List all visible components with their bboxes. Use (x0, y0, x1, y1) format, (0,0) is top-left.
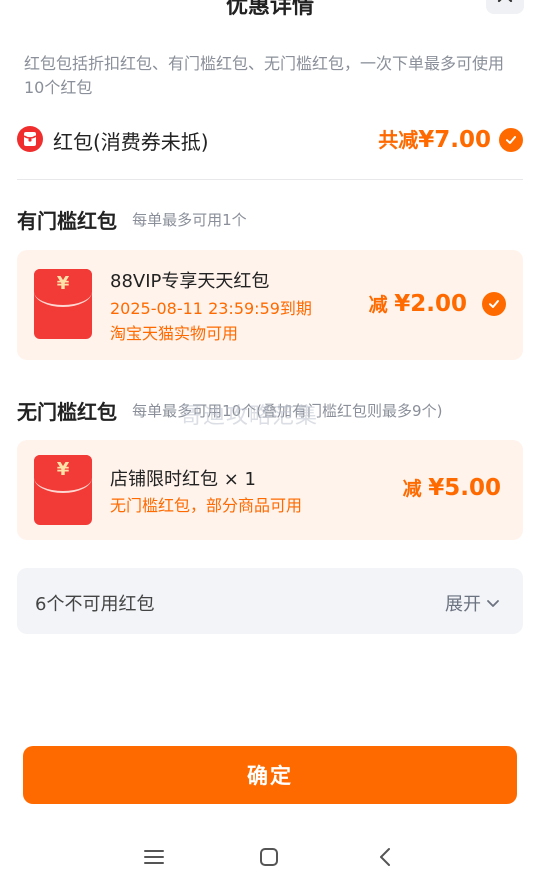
close-button[interactable] (486, 0, 524, 14)
no-threshold-coupon-card[interactable]: ¥ 店铺限时红包 × 1 无门槛红包，部分商品可用 减 ¥5.00 (17, 440, 523, 540)
threshold-coupon-card[interactable]: ¥ 88VIP专享天天红包 2025-08-11 23:59:59到期 淘宝天猫… (17, 250, 523, 360)
summary-label: 红包(消费券未抵) (53, 130, 209, 154)
confirm-button[interactable]: 确定 (23, 746, 517, 804)
coupon-title: 88VIP专享天天红包 (110, 271, 270, 292)
unusable-packets-row[interactable]: 6个不可用红包 展开 (17, 568, 523, 634)
coupon-reduce: 减 ¥2.00 (369, 290, 467, 317)
no-threshold-section-header: 无门槛红包 每单最多可用10个(叠加有门槛红包则最多9个) (17, 396, 442, 425)
coupon-desc: 无门槛红包，部分商品可用 (110, 496, 303, 515)
page-title: 优惠详情 (225, 0, 314, 18)
back-icon[interactable] (370, 842, 400, 872)
threshold-section-header: 有门槛红包 每单最多可用1个 (17, 205, 247, 234)
coupon-scope: 淘宝天猫实物可用 (110, 324, 239, 343)
threshold-section-title: 有门槛红包 (17, 209, 117, 233)
intro-text: 红包包括折扣红包、有门槛红包、无门槛红包，一次下单最多可使用10个红包 (24, 54, 505, 97)
home-icon[interactable] (254, 842, 284, 872)
reduce-prefix: 减 (402, 478, 422, 500)
summary-check-icon[interactable] (499, 128, 523, 152)
reduce-prefix: 减 (368, 294, 388, 316)
system-navbar (0, 830, 540, 882)
summary-amount: ¥7.00 (418, 127, 491, 153)
unusable-label: 6个不可用红包 (35, 594, 155, 615)
coupon-reduce: 减 ¥5.00 (403, 474, 501, 501)
no-threshold-section-subtitle: 每单最多可用10个(叠加有门槛红包则最多9个) (132, 402, 443, 420)
chevron-down-icon (487, 600, 499, 607)
reduce-amount: ¥2.00 (394, 291, 467, 317)
divider (17, 179, 523, 180)
reduce-amount: ¥5.00 (428, 475, 501, 501)
coupon-expiry: 2025-08-11 23:59:59到期 (110, 299, 312, 318)
red-envelope-icon: ¥ (34, 455, 92, 525)
summary-prefix: 共减 (378, 128, 419, 152)
coupon-title: 店铺限时红包 × 1 (110, 469, 256, 490)
close-icon (497, 0, 513, 3)
red-envelope-icon: ¥ (34, 269, 92, 339)
menu-icon[interactable] (139, 842, 169, 872)
summary-total: 共减¥7.00 (378, 124, 491, 153)
title-bar: 优惠详情 (0, 0, 540, 18)
red-packet-summary[interactable]: 红包(消费券未抵) 共减¥7.00 (17, 122, 523, 158)
red-packet-icon (17, 126, 43, 152)
no-threshold-section-title: 无门槛红包 (17, 400, 117, 424)
expand-label: 展开 (445, 594, 481, 615)
expand-button[interactable]: 展开 (445, 590, 501, 616)
threshold-section-subtitle: 每单最多可用1个 (132, 211, 247, 229)
coupon-check-icon[interactable] (482, 292, 506, 316)
